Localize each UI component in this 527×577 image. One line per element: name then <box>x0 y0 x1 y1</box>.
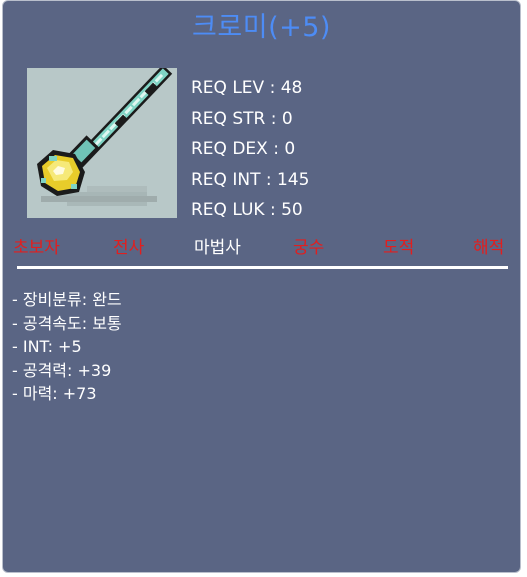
stat-line: - 장비분류: 완드 <box>12 290 122 309</box>
job-thief: 도적 <box>383 238 415 258</box>
item-tooltip: 크로미(+5) REQ LEV: 48 REQ STR: 0 REQ DEX… <box>2 0 521 573</box>
requirements-list: REQ LEV : 48 REQ STR : 0 REQ DEX : 0 REQ… <box>191 73 309 226</box>
job-bowman: 궁수 <box>293 238 325 258</box>
req-str: REQ STR : 0 <box>191 108 293 129</box>
item-name: 크로미(+5) <box>192 12 331 43</box>
stat-line: - INT: +5 <box>12 337 82 356</box>
job-warrior: 전사 <box>113 238 145 258</box>
stat-line: - 공격속도: 보통 <box>12 313 122 333</box>
req-dex: REQ DEX : 0 <box>191 139 296 159</box>
stat-line: - 마력: +73 <box>12 384 97 403</box>
job-pirate: 해적 <box>473 238 505 258</box>
divider <box>17 266 508 269</box>
item-stats: - 장비분류: 완드 - 공격속도: 보통 - INT: +5 - 공격력: +… <box>12 288 122 406</box>
wand-icon <box>27 68 177 218</box>
job-beginner: 초보자 <box>13 238 60 258</box>
req-int: REQ INT : 145 <box>191 169 310 190</box>
job-magician: 마법사 <box>194 238 241 258</box>
req-luk: REQ LUK : 50 <box>191 200 303 220</box>
job-list: 초보자 전사 마법사 궁수 도적 해적 <box>13 233 512 261</box>
stat-line: - 공격력: +39 <box>12 360 112 380</box>
req-level: REQ LEV : 48 <box>191 78 303 98</box>
